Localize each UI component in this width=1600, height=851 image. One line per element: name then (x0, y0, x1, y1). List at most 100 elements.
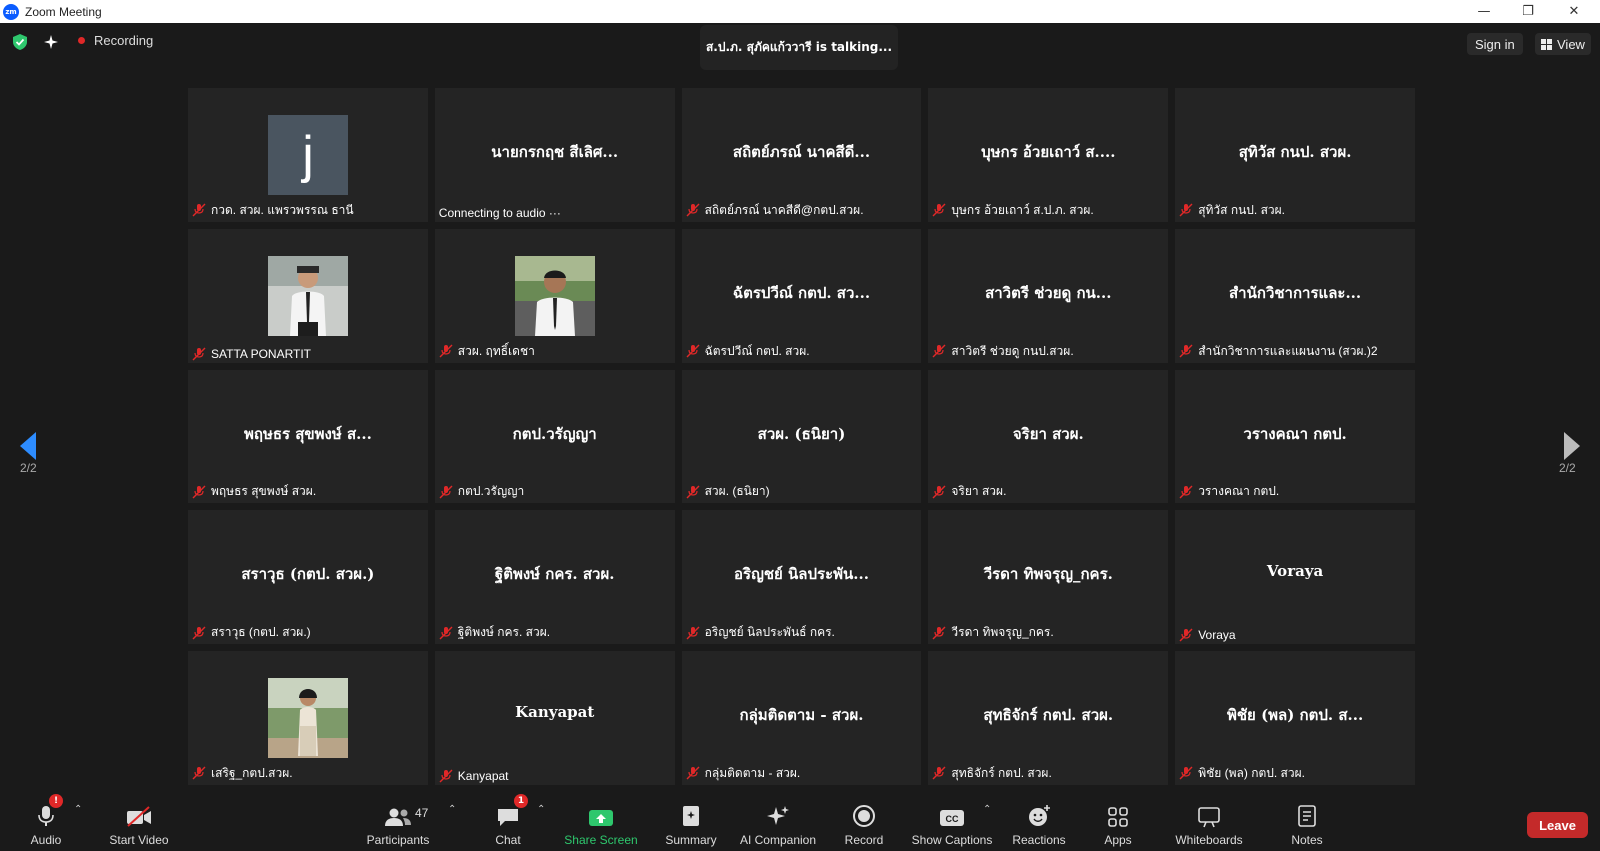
muted-mic-icon (439, 626, 453, 640)
captions-options-chevron-icon[interactable]: ⌃ (983, 804, 991, 815)
participant-display-name: ฐิติพงษ์ กคร. สวผ. (494, 565, 615, 584)
ai-sparkle-icon[interactable] (42, 33, 60, 51)
participant-tile[interactable]: พฤษธร สุขพงษ์ ส... พฤษธร สุขพงษ์ สวผ. (188, 369, 428, 504)
whiteboards-button[interactable]: Whiteboards (1173, 796, 1245, 851)
participant-label-text: จริยา สวผ. (951, 484, 1007, 499)
participant-tile[interactable]: SATTA PONARTIT (188, 228, 428, 363)
participant-tile[interactable]: พิชัย (พล) กตป. ส... พิชัย (พล) กตป. สวผ. (1175, 651, 1415, 785)
restore-button[interactable]: ❐ (1506, 0, 1550, 23)
show-captions-button[interactable]: CC Show Captions (911, 796, 993, 851)
participant-display-name: วีรดา ทิพจรุญ_กคร. (983, 565, 1113, 584)
view-label: View (1557, 36, 1585, 52)
participants-button[interactable]: Participants (365, 796, 431, 851)
start-video-button[interactable]: Start Video (106, 796, 172, 851)
participant-tile[interactable]: นายกรกฤช สีเลิศ... Connecting to audio ··… (434, 88, 675, 222)
participant-tile[interactable]: สวผ. ฤทธิ์เดชา (434, 228, 675, 363)
participant-tile[interactable]: สุทธิจักร์ กตป. สวผ. สุทธิจักร์ กตป. สวผ. (928, 651, 1169, 785)
participant-label-text: กตป.วรัญญา (457, 484, 525, 499)
grid-view-icon (1541, 38, 1552, 50)
chat-unread-badge: 1 (514, 794, 528, 808)
participant-name-label: พฤษธร สุขพงษ์ สวผ. (192, 482, 316, 501)
muted-mic-icon (192, 766, 206, 780)
participant-photo (268, 255, 348, 336)
whiteboard-icon (1198, 807, 1220, 828)
sign-in-button[interactable]: Sign in (1467, 33, 1523, 55)
muted-mic-icon (439, 485, 453, 499)
participant-label-text: ฉัตรปวีณ์ กตป. สวผ. (704, 343, 810, 358)
participant-name-label: สุทิวัส กนป. สวผ. (1179, 201, 1285, 220)
page-indicator-right: 2/2 (1559, 461, 1576, 475)
participant-name-label: SATTA PONARTIT (192, 347, 311, 361)
participants-count: 47 (415, 806, 429, 820)
page-indicator-left: 2/2 (20, 461, 37, 475)
minimize-button[interactable]: — (1462, 0, 1506, 23)
participant-tile[interactable]: อริญชย์ นิลประพัน... อริญชย์ นิลประพันธ์ … (681, 510, 922, 645)
participant-tile[interactable]: Voraya Voraya (1175, 510, 1415, 645)
participant-tile[interactable]: สวผ. (ธนิยา) สวผ. (ธนิยา) (681, 369, 922, 504)
share-screen-button[interactable]: Share Screen (563, 796, 639, 851)
window-titlebar: zm Zoom Meeting — ❐ ✕ (0, 0, 1600, 23)
participant-tile[interactable]: สราวุธ (กตป. สวผ.) สราวุธ (กตป. สวผ.) (188, 510, 428, 645)
participant-display-name: Voraya (1266, 562, 1324, 581)
muted-mic-icon (686, 626, 700, 640)
muted-mic-icon (439, 769, 453, 783)
participant-photo (268, 678, 348, 759)
participant-tile[interactable]: สาวิตรี ช่วยดู กน... สาวิตรี ช่วยดู กนป.ส… (928, 228, 1169, 363)
participant-label-text: สุทิวัส กนป. สวผ. (1198, 202, 1285, 217)
participant-tile[interactable]: กลุ่มติดตาม - สวผ. กลุ่มติดตาม - สวผ. (681, 651, 922, 785)
participant-name-label: ฉัตรปวีณ์ กตป. สวผ. (686, 342, 810, 361)
record-button[interactable]: Record (842, 796, 886, 851)
participant-tile[interactable]: บุษกร อ้วยเถาว์ ส.... บุษกร อ้วยเถาว์ ส.ป… (928, 88, 1169, 222)
participant-tile[interactable]: วรางคณา กตป. วรางคณา กตป. (1175, 369, 1415, 504)
summary-button[interactable]: Summary (661, 796, 721, 851)
participant-tile[interactable]: Kanyapat Kanyapat (434, 651, 675, 785)
show-captions-label: Show Captions (911, 833, 993, 847)
zoom-logo-icon: zm (3, 3, 19, 20)
participant-tile[interactable]: วีรดา ทิพจรุญ_กคร. วีรดา ทิพจรุญ_กคร. (928, 510, 1169, 645)
reactions-button[interactable]: Reactions (1010, 796, 1068, 851)
audio-button[interactable]: ! Audio (30, 794, 63, 851)
participant-display-name: สถิตย์ภรณ์ นาคสีดี... (732, 143, 871, 161)
chat-button[interactable]: 1 Chat (490, 794, 528, 851)
participant-tile[interactable]: สุทิวัส กนป. สวผ. สุทิวัส กนป. สวผ. (1175, 88, 1415, 222)
participant-name-label: ฐิติพงษ์ กคร. สวผ. (439, 623, 550, 642)
muted-mic-icon (1179, 628, 1193, 642)
close-button[interactable]: ✕ (1552, 0, 1596, 23)
security-shield-icon[interactable] (11, 33, 29, 51)
muted-mic-icon (192, 626, 206, 640)
view-button[interactable]: View (1535, 33, 1591, 55)
participant-name-label: บุษกร อ้วยเถาว์ ส.ป.ภ. สวผ. (932, 201, 1094, 220)
muted-mic-icon (686, 203, 700, 217)
participant-label-text: สราวุธ (กตป. สวผ.) (211, 625, 311, 640)
participant-tile[interactable]: j กวด. สวผ. แพรวพรรณ ธานี (188, 88, 428, 222)
participant-name-label: เสริฐ_กตป.สวผ. (192, 764, 293, 783)
chat-options-chevron-icon[interactable]: ⌃ (537, 804, 545, 815)
reactions-smiley-icon (1029, 805, 1050, 826)
participants-options-chevron-icon[interactable]: ⌃ (448, 804, 456, 815)
participant-label-text: สำนักวิชาการและแผนงาน (สวผ.)2 (1198, 343, 1378, 358)
leave-button[interactable]: Leave (1527, 812, 1588, 838)
ai-companion-button[interactable]: AI Companion (737, 796, 819, 851)
muted-mic-icon (686, 344, 700, 358)
notes-button[interactable]: Notes (1289, 796, 1325, 851)
participant-tile[interactable]: ฐิติพงษ์ กคร. สวผ. ฐิติพงษ์ กคร. สวผ. (434, 510, 675, 645)
participant-tile[interactable]: จริยา สวผ. จริยา สวผ. (928, 369, 1169, 504)
muted-mic-icon (932, 344, 946, 358)
participant-name-label: สราวุธ (กตป. สวผ.) (192, 623, 311, 642)
participant-label-text: กวด. สวผ. แพรวพรรณ ธานี (211, 202, 354, 217)
participant-tile[interactable]: สำนักวิชาการและ... สำนักวิชาการและแผนงาน … (1175, 228, 1415, 363)
participant-tile[interactable]: ฉัตรปวีณ์ กตป. สว... ฉัตรปวีณ์ กตป. สวผ. (681, 228, 922, 363)
apps-button[interactable]: Apps (1100, 796, 1136, 851)
participant-display-name: ฉัตรปวีณ์ กตป. สว... (732, 283, 871, 302)
video-camera-off-icon (127, 806, 151, 827)
muted-mic-icon (686, 766, 700, 780)
participant-photo (514, 255, 595, 336)
participant-tile[interactable]: กตป.วรัญญา กตป.วรัญญา (434, 369, 675, 504)
recording-indicator[interactable]: Recording (78, 33, 153, 48)
audio-options-chevron-icon[interactable]: ⌃ (74, 804, 82, 815)
participant-tile[interactable]: เสริฐ_กตป.สวผ. (188, 651, 428, 785)
summary-icon (683, 806, 699, 826)
participant-tile[interactable]: สถิตย์ภรณ์ นาคสีดี... สถิตย์ภรณ์ นาคสีดี@… (681, 88, 922, 222)
muted-mic-icon (932, 766, 946, 780)
video-gallery: j กวด. สวผ. แพรวพรรณ ธานี นายกรกฤช สีเลิศ.… (188, 88, 1415, 787)
